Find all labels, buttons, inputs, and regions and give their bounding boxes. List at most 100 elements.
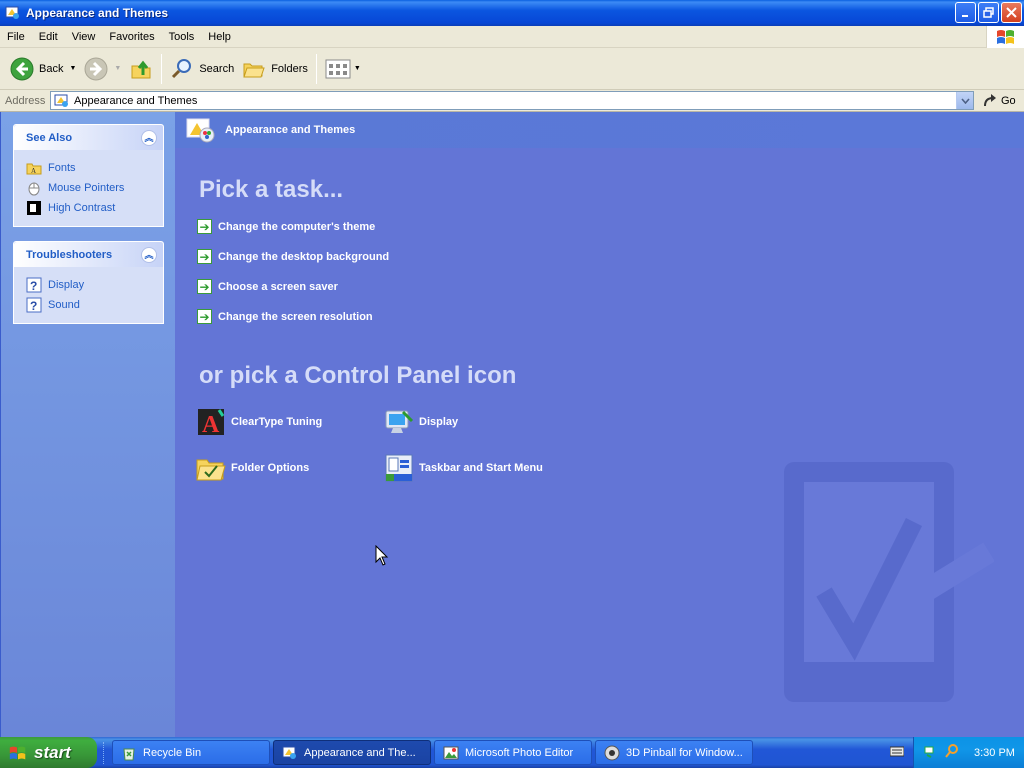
close-button[interactable] — [1001, 2, 1022, 23]
sidebar-item-high-contrast[interactable]: High Contrast — [26, 198, 151, 218]
start-label: start — [34, 742, 71, 762]
cleartype-icon: A — [195, 406, 227, 438]
sidebar-item-label: Fonts — [48, 162, 76, 174]
sidebar-item-sound-troubleshooter[interactable]: ? Sound — [26, 295, 151, 315]
clock[interactable]: 3:30 PM — [974, 747, 1015, 759]
svg-text:A: A — [202, 412, 220, 438]
taskbar-item-appearance-themes[interactable]: Appearance and The... — [273, 740, 431, 765]
restore-button[interactable] — [978, 2, 999, 23]
svg-text:?: ? — [30, 279, 37, 293]
sidebar-item-label: Sound — [48, 299, 80, 311]
taskbar-item-pinball[interactable]: 3D Pinball for Window... — [595, 740, 753, 765]
see-also-box: See Also ︽ A Fonts Mouse Pointers High C… — [13, 124, 164, 227]
go-label: Go — [1001, 94, 1016, 107]
system-tray: 3:30 PM — [913, 737, 1024, 768]
chevron-down-icon — [960, 97, 970, 104]
taskbar-item-recycle-bin[interactable]: Recycle Bin — [112, 740, 270, 765]
minimize-button[interactable] — [955, 2, 976, 23]
sidebar-item-fonts[interactable]: A Fonts — [26, 158, 151, 178]
see-also-header[interactable]: See Also ︽ — [14, 125, 163, 150]
taskbar-item-label: Microsoft Photo Editor — [465, 746, 574, 759]
cp-cleartype-tuning[interactable]: A ClearType Tuning — [195, 406, 322, 438]
sidebar-item-mouse-pointers[interactable]: Mouse Pointers — [26, 178, 151, 198]
cp-taskbar-start-menu[interactable]: Taskbar and Start Menu — [383, 452, 543, 484]
task-change-theme[interactable]: ➔ Change the computer's theme — [197, 219, 375, 234]
collapse-chevron-icon[interactable]: ︽ — [141, 246, 157, 263]
appearance-themes-icon — [5, 5, 21, 21]
mouse-icon — [26, 180, 42, 196]
pick-icon-heading: or pick a Control Panel icon — [199, 362, 517, 389]
search-tray-icon[interactable] — [944, 743, 960, 762]
left-task-pane: See Also ︽ A Fonts Mouse Pointers High C… — [0, 112, 175, 737]
quicklaunch-grip[interactable] — [103, 741, 106, 764]
task-screen-saver[interactable]: ➔ Choose a screen saver — [197, 279, 338, 294]
green-arrow-icon: ➔ — [197, 309, 212, 324]
task-screen-resolution[interactable]: ➔ Change the screen resolution — [197, 309, 373, 324]
address-dropdown-button[interactable] — [956, 92, 973, 109]
task-label: Choose a screen saver — [218, 280, 338, 293]
address-field[interactable]: Appearance and Themes — [50, 91, 974, 110]
troubleshooters-header[interactable]: Troubleshooters ︽ — [14, 242, 163, 267]
help-icon: ? — [26, 297, 42, 313]
search-button[interactable]: Search — [166, 52, 238, 86]
title-bar[interactable]: Appearance and Themes — [0, 0, 1024, 26]
sidebar-item-label: Mouse Pointers — [48, 182, 125, 194]
windows-flag-icon — [9, 746, 26, 759]
taskbar-icon — [383, 452, 415, 484]
back-dropdown-icon[interactable]: ▼ — [69, 65, 76, 72]
menu-favorites[interactable]: Favorites — [102, 31, 161, 43]
display-icon — [383, 406, 415, 438]
back-button[interactable]: Back ▼ — [6, 52, 80, 86]
cp-display[interactable]: Display — [383, 406, 458, 438]
sidebar-item-display-troubleshooter[interactable]: ? Display — [26, 275, 151, 295]
svg-text:?: ? — [30, 299, 37, 313]
views-dropdown-icon[interactable]: ▼ — [354, 65, 361, 72]
toolbar: Back ▼ ▼ Search Folders ▼ — [0, 48, 1024, 90]
forward-button[interactable]: ▼ — [80, 52, 125, 86]
close-icon — [1006, 7, 1017, 18]
address-label: Address — [5, 94, 46, 107]
go-arrow-icon — [984, 93, 996, 106]
menu-view[interactable]: View — [65, 31, 103, 43]
watermark-graphic-icon — [784, 462, 994, 702]
green-arrow-icon: ➔ — [197, 219, 212, 234]
keyboard-layout-icon[interactable] — [889, 745, 905, 760]
taskbar-item-photo-editor[interactable]: Microsoft Photo Editor — [434, 740, 592, 765]
collapse-chevron-icon[interactable]: ︽ — [141, 129, 157, 146]
back-arrow-icon — [10, 57, 34, 80]
minimize-icon — [961, 14, 968, 17]
views-button[interactable]: ▼ — [321, 52, 365, 86]
green-arrow-icon: ➔ — [197, 279, 212, 294]
cp-icon-label: Folder Options — [231, 462, 310, 474]
folder-options-icon — [195, 452, 227, 484]
folders-button[interactable]: Folders — [238, 52, 312, 86]
up-folder-button[interactable] — [125, 52, 157, 86]
restore-icon — [983, 7, 994, 18]
menu-file[interactable]: File — [0, 31, 32, 43]
task-label: Change the computer's theme — [218, 220, 376, 233]
views-icon — [325, 59, 351, 78]
forward-dropdown-icon[interactable]: ▼ — [114, 65, 121, 72]
sidebar-item-label: High Contrast — [48, 202, 116, 214]
start-button[interactable]: start — [0, 737, 97, 768]
search-label: Search — [199, 62, 235, 75]
cp-icon-label: Taskbar and Start Menu — [419, 462, 543, 474]
folders-icon — [243, 63, 265, 77]
cp-icon-label: Display — [419, 416, 459, 428]
appearance-themes-icon — [54, 94, 68, 107]
mouse-cursor-icon — [375, 545, 389, 566]
menu-bar: File Edit View Favorites Tools Help — [0, 26, 1024, 48]
menu-help[interactable]: Help — [201, 31, 238, 43]
search-icon — [172, 58, 192, 78]
up-folder-icon — [131, 60, 151, 78]
go-button[interactable]: Go — [982, 93, 1016, 109]
menu-tools[interactable]: Tools — [162, 31, 202, 43]
address-value: Appearance and Themes — [74, 94, 198, 107]
task-change-background[interactable]: ➔ Change the desktop background — [197, 249, 389, 264]
cp-folder-options[interactable]: Folder Options — [195, 452, 309, 484]
back-label: Back — [39, 62, 64, 75]
appearance-themes-icon — [282, 745, 298, 761]
menu-edit[interactable]: Edit — [32, 31, 65, 43]
pick-task-heading: Pick a task... — [199, 176, 344, 203]
network-icon[interactable] — [924, 743, 940, 762]
